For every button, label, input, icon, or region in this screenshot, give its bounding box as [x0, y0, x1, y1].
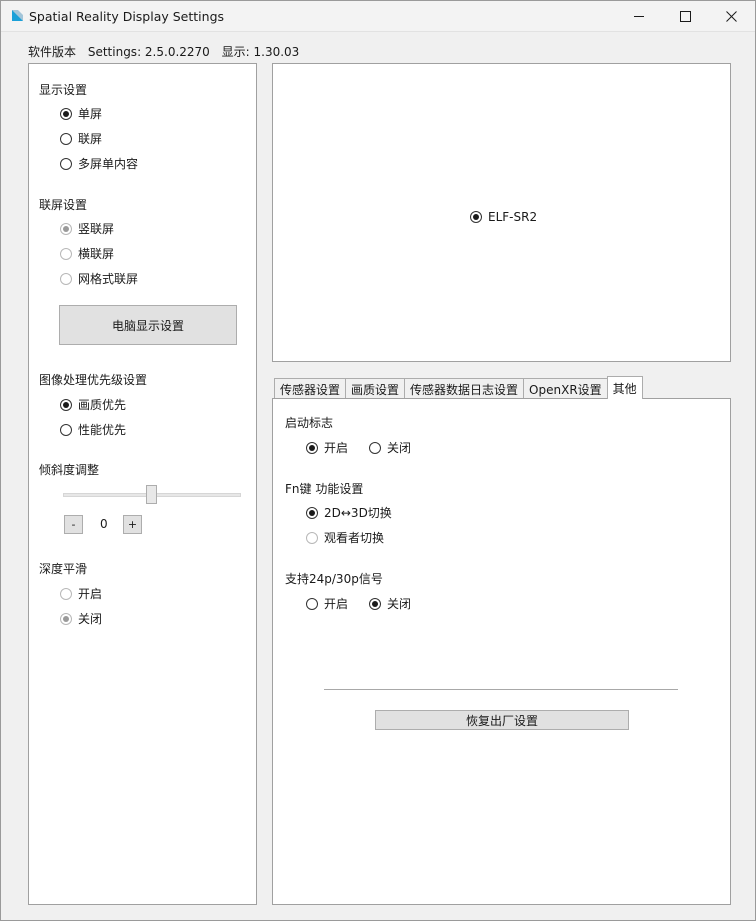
radio-indicator: [306, 441, 318, 454]
depth-smoothing-title: 深度平滑: [39, 562, 88, 576]
maximize-button[interactable]: [663, 1, 709, 32]
radio-startup-logo-off[interactable]: 关闭: [369, 439, 411, 456]
settings-window: Spatial Reality Display Settings 软件版本 Se…: [0, 0, 756, 921]
radio-indicator: [306, 597, 318, 610]
tab-other[interactable]: 其他: [606, 376, 643, 399]
minimize-button[interactable]: [617, 1, 663, 32]
radio-label: 观看者切换: [324, 531, 385, 545]
radio-label: 横联屏: [78, 247, 115, 261]
radio-signal-off[interactable]: 关闭: [369, 595, 411, 612]
radio-label: 关闭: [387, 597, 412, 611]
other-tab-panel: 启动标志 开启 关闭 Fn键 功能设置 2D↔3D切换 观看者切换 支持24p/…: [272, 398, 731, 905]
radio-vertical-link[interactable]: 竖联屏: [60, 220, 114, 237]
radio-indicator: [60, 398, 72, 411]
minimize-icon: [634, 16, 644, 17]
display-list-panel: ELF-SR2: [272, 63, 731, 362]
priority-title: 图像处理优先级设置: [39, 373, 148, 387]
app-icon: [12, 10, 23, 21]
radio-indicator: [60, 222, 72, 235]
radio-label: 网格式联屏: [78, 272, 139, 286]
tilt-title: 倾斜度调整: [39, 463, 100, 477]
radio-indicator: [60, 247, 72, 260]
radio-fn-2d3d[interactable]: 2D↔3D切换: [306, 504, 392, 521]
radio-label: 性能优先: [78, 423, 127, 437]
tab-sensor-settings[interactable]: 传感器设置: [274, 378, 347, 399]
radio-label: 竖联屏: [78, 222, 115, 236]
factory-reset-button[interactable]: 恢复出厂设置: [375, 710, 629, 730]
fn-key-title: Fn键 功能设置: [285, 482, 364, 496]
maximize-icon: [680, 11, 691, 22]
close-icon: [726, 11, 737, 22]
radio-indicator: [369, 441, 381, 454]
radio-indicator: [60, 423, 72, 436]
pc-display-settings-button[interactable]: 电脑显示设置: [59, 305, 237, 345]
window-title: Spatial Reality Display Settings: [29, 9, 225, 24]
radio-indicator: [306, 506, 318, 519]
radio-label: 多屏单内容: [78, 157, 139, 171]
tab-openxr[interactable]: OpenXR设置: [523, 378, 608, 399]
radio-indicator: [60, 587, 72, 600]
left-settings-panel: 显示设置 单屏 联屏 多屏单内容 联屏设置 竖联屏 横联屏 网格式联屏 电脑显示…: [28, 63, 257, 905]
radio-startup-logo-on[interactable]: 开启: [306, 439, 348, 456]
radio-label: 关闭: [78, 612, 103, 626]
startup-logo-title: 启动标志: [285, 416, 334, 430]
title-bar[interactable]: Spatial Reality Display Settings: [1, 1, 755, 32]
close-button[interactable]: [709, 1, 755, 32]
radio-indicator: [60, 107, 72, 120]
radio-label: 联屏: [78, 132, 103, 146]
radio-label: 单屏: [78, 107, 103, 121]
radio-label: 开启: [324, 441, 349, 455]
tab-image-quality[interactable]: 画质设置: [345, 378, 406, 399]
settings-tabs: 传感器设置 画质设置 传感器数据日志设置 OpenXR设置 其他: [274, 376, 643, 399]
version-label: 软件版本: [28, 45, 77, 59]
radio-grid-link[interactable]: 网格式联屏: [60, 270, 138, 287]
link-settings-title: 联屏设置: [39, 198, 88, 212]
radio-depth-off[interactable]: 关闭: [60, 610, 102, 627]
radio-indicator: [369, 597, 381, 610]
tab-sensor-log[interactable]: 传感器数据日志设置: [404, 378, 525, 399]
tilt-increase-button[interactable]: +: [123, 515, 142, 534]
radio-label: 开启: [324, 597, 349, 611]
radio-performance-priority[interactable]: 性能优先: [60, 421, 126, 438]
radio-horizontal-link[interactable]: 横联屏: [60, 245, 114, 262]
radio-single-screen[interactable]: 单屏: [60, 105, 102, 122]
tilt-slider-thumb[interactable]: [146, 485, 157, 504]
display-settings-title: 显示设置: [39, 83, 88, 97]
display-device-label: ELF-SR2: [488, 210, 538, 224]
radio-label: 画质优先: [78, 398, 127, 412]
settings-version: Settings: 2.5.0.2270: [87, 45, 210, 59]
signal-title: 支持24p/30p信号: [285, 572, 383, 586]
radio-display-device[interactable]: ELF-SR2: [470, 210, 537, 224]
display-version: 显示: 1.30.03: [221, 45, 300, 59]
radio-depth-on[interactable]: 开启: [60, 585, 102, 602]
divider: [324, 689, 678, 690]
radio-label: 2D↔3D切换: [324, 506, 392, 520]
radio-indicator: [60, 157, 72, 170]
version-info: 软件版本 Settings: 2.5.0.2270 显示: 1.30.03: [28, 43, 307, 60]
tilt-decrease-button[interactable]: -: [64, 515, 83, 534]
radio-indicator: [60, 272, 72, 285]
radio-signal-on[interactable]: 开启: [306, 595, 348, 612]
tilt-value: 0: [100, 517, 108, 531]
radio-label: 开启: [78, 587, 103, 601]
radio-multi-screen[interactable]: 多屏单内容: [60, 155, 138, 172]
radio-quality-priority[interactable]: 画质优先: [60, 396, 126, 413]
radio-indicator: [306, 531, 318, 544]
radio-indicator: [60, 132, 72, 145]
radio-linked-screen[interactable]: 联屏: [60, 130, 102, 147]
radio-fn-viewer[interactable]: 观看者切换: [306, 529, 384, 546]
radio-indicator: [60, 612, 72, 625]
radio-label: 关闭: [387, 441, 412, 455]
radio-indicator: [470, 211, 482, 223]
